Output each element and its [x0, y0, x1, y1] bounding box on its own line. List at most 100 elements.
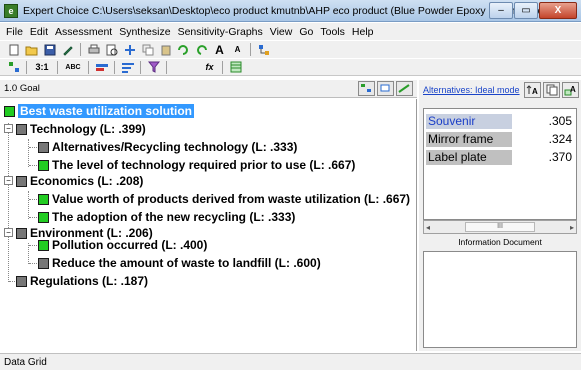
menu-tools[interactable]: Tools: [320, 26, 345, 38]
edit-pencil-icon[interactable]: [60, 43, 75, 56]
toolbar-separator: [57, 60, 58, 74]
title-bar: e Expert Choice C:\Users\seksan\Desktop\…: [0, 0, 581, 22]
print-preview-icon[interactable]: [104, 43, 119, 56]
toolbar-separator: [88, 60, 89, 74]
alternatives-panel: Alternatives: Ideal mode A A Souvenir .3…: [419, 80, 581, 351]
window-controls: – ▭ X: [488, 2, 577, 19]
ideal-mode-link[interactable]: Alternatives: Ideal mode: [423, 85, 520, 95]
bar-chart-icon[interactable]: [120, 61, 135, 74]
expert-choice-app-icon[interactable]: e: [4, 3, 18, 18]
funnel-icon[interactable]: [146, 61, 161, 74]
font-increase-icon[interactable]: A: [212, 43, 227, 57]
expand-collapse-icon[interactable]: −: [4, 228, 13, 237]
print-icon[interactable]: [86, 43, 101, 56]
verbal-comparison-button[interactable]: ABC: [63, 61, 83, 74]
graphical-comparison-icon[interactable]: [94, 61, 109, 74]
maximize-button[interactable]: ▭: [514, 2, 538, 19]
tree-node-technology[interactable]: Technology (L: .399): [16, 121, 146, 137]
tree-view-icon[interactable]: [256, 43, 271, 56]
tree-connector: [8, 123, 9, 282]
toolbar-separator: [250, 43, 251, 56]
minimize-button[interactable]: –: [489, 2, 513, 19]
tree-collapse-icon[interactable]: [377, 81, 394, 96]
node-priority-icon: [38, 141, 49, 153]
goal-label: Best waste utilization solution: [18, 104, 195, 118]
menu-sensitivity-graphs[interactable]: Sensitivity-Graphs: [178, 26, 263, 38]
node-label: The adoption of the new recycling (L: .3…: [52, 210, 296, 224]
toolbar-separator: [166, 60, 167, 74]
menu-go[interactable]: Go: [299, 26, 313, 38]
paste-icon[interactable]: [158, 43, 173, 56]
pages-icon[interactable]: [543, 82, 560, 98]
node-label: Reduce the amount of waste to landfill (…: [52, 256, 321, 270]
tree-node-regulations[interactable]: Regulations (L: .187): [16, 273, 148, 289]
add-node-icon[interactable]: [122, 43, 137, 56]
menu-help[interactable]: Help: [352, 26, 374, 38]
alternative-name: Souvenir: [426, 113, 512, 129]
expand-collapse-icon[interactable]: −: [4, 176, 13, 185]
tree-connector: [28, 139, 29, 167]
list-item[interactable]: Label plate .370: [426, 149, 574, 165]
scroll-thumb[interactable]: III: [465, 222, 535, 232]
menu-assessment[interactable]: Assessment: [55, 26, 112, 38]
copy-icon[interactable]: [140, 43, 155, 56]
node-priority-icon: [38, 239, 49, 251]
menu-view[interactable]: View: [270, 26, 293, 38]
alternative-value: .305: [548, 114, 572, 128]
secondary-toolbar: 3:1 ABC fx: [0, 59, 581, 76]
alternatives-list: Souvenir .305 Mirror frame .324 Label pl…: [423, 108, 577, 220]
formula-button[interactable]: fx: [202, 61, 217, 74]
tree-connector: [28, 243, 29, 264]
toolbar-separator: [222, 60, 223, 74]
scroll-left-icon[interactable]: ◂: [426, 223, 430, 232]
tree-node-goal[interactable]: Best waste utilization solution: [4, 103, 195, 119]
expand-collapse-icon[interactable]: −: [4, 124, 13, 133]
alternative-name: Mirror frame: [426, 131, 512, 147]
node-priority-icon: [38, 211, 49, 223]
node-priority-icon: [38, 257, 49, 269]
tree-node-recycling-technology[interactable]: Alternatives/Recycling technology (L: .3…: [38, 139, 297, 155]
node-label: The level of technology required prior t…: [52, 158, 356, 172]
toolbar-separator: [80, 43, 81, 56]
menu-file[interactable]: File: [6, 26, 23, 38]
toolbar-separator: [114, 60, 115, 74]
alternative-value: .370: [548, 150, 572, 164]
pane-buttons: [356, 81, 413, 96]
window-title: Expert Choice C:\Users\seksan\Desktop\ec…: [23, 4, 540, 17]
list-item[interactable]: Souvenir .305: [426, 113, 574, 129]
node-priority-icon: [38, 159, 49, 171]
refresh-green-icon-2[interactable]: [194, 43, 209, 56]
tree-node-reduce-waste[interactable]: Reduce the amount of waste to landfill (…: [38, 255, 321, 271]
sort-icon[interactable]: A: [524, 82, 541, 98]
menu-edit[interactable]: Edit: [30, 26, 48, 38]
tree-node-adoption[interactable]: The adoption of the new recycling (L: .3…: [38, 209, 295, 225]
save-icon[interactable]: [42, 43, 57, 56]
scroll-right-icon[interactable]: ▸: [570, 223, 574, 232]
numerical-comparison-button[interactable]: 3:1: [32, 61, 52, 74]
information-document-area[interactable]: [423, 251, 577, 348]
menu-synthesize[interactable]: Synthesize: [119, 26, 170, 38]
list-item[interactable]: Mirror frame .324: [426, 131, 574, 147]
alternative-value: .324: [548, 132, 572, 146]
node-priority-icon: [16, 227, 27, 239]
tree-node-economics[interactable]: Economics (L: .208): [16, 173, 143, 189]
tree-node-value-worth[interactable]: Value worth of products derived from was…: [38, 191, 410, 207]
grid-icon[interactable]: [228, 61, 243, 74]
refresh-green-icon[interactable]: [176, 43, 191, 56]
tree-node-pollution[interactable]: Pollution occurred (L: .400): [38, 237, 207, 253]
horizontal-scrollbar[interactable]: ◂ III ▸: [423, 220, 577, 234]
new-file-icon[interactable]: [6, 43, 21, 56]
font-decrease-icon[interactable]: A: [230, 43, 245, 56]
open-folder-icon[interactable]: [24, 43, 39, 56]
node-label: Value worth of products derived from was…: [52, 192, 411, 206]
hierarchy-icon[interactable]: [6, 61, 21, 74]
toolbar-separator: [140, 60, 141, 74]
node-priority-icon: [4, 105, 15, 117]
tree-expand-icon[interactable]: [358, 81, 375, 96]
goal-path-bar: 1.0 Goal: [0, 80, 417, 98]
close-button[interactable]: X: [539, 2, 577, 19]
add-alternative-icon[interactable]: A: [562, 82, 579, 98]
node-label: Alternatives/Recycling technology (L: .3…: [52, 140, 298, 154]
tree-node-technology-level[interactable]: The level of technology required prior t…: [38, 157, 355, 173]
tree-filter-icon[interactable]: [396, 81, 413, 96]
